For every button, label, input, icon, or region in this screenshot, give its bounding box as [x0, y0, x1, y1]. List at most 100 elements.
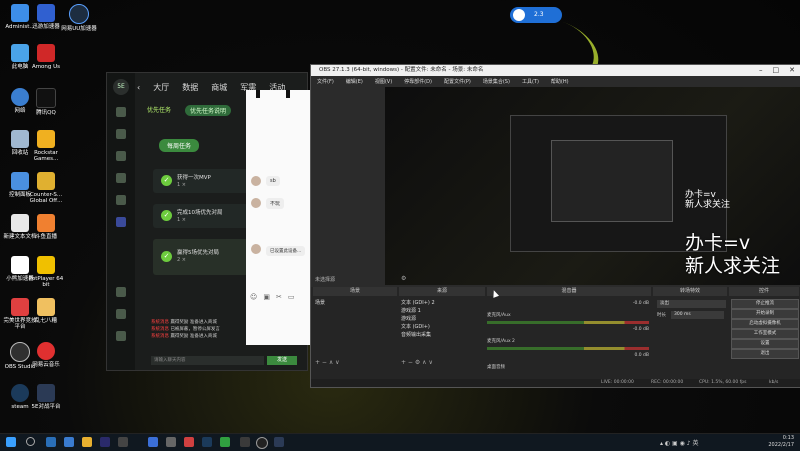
nav-data[interactable]: 数据 — [182, 82, 198, 93]
mixer-channel[interactable]: 桌面音频 0.0 dB — [487, 353, 649, 370]
audio-meter — [487, 321, 649, 324]
desktop-icon-netease-music[interactable]: 网易云音乐 — [27, 342, 65, 368]
window-controls: – □ ✕ — [759, 65, 795, 76]
folder-icon[interactable]: ▭ — [288, 293, 295, 301]
file-explorer-icon[interactable] — [82, 437, 92, 447]
5e-taskbar-icon[interactable] — [274, 437, 284, 447]
scene-list[interactable]: 场景 — [315, 299, 325, 307]
chat-text: 赢得奖励 准备进入商城 — [170, 334, 217, 339]
active-mode-icon[interactable] — [116, 217, 126, 227]
mixer-channel-name: 麦克风/Aux 2 — [487, 339, 515, 344]
scene-add-remove-icons[interactable]: + − ∧ ∨ — [315, 359, 340, 366]
send-button[interactable]: 发送 — [267, 356, 297, 365]
desktop-icon-douyu[interactable]: 斗鱼直播 — [27, 214, 65, 240]
duration-label: 时长 — [657, 313, 666, 318]
close-icon[interactable]: ✕ — [789, 65, 795, 76]
settings-button[interactable]: 设置 — [731, 339, 799, 349]
obs-window[interactable]: OBS 27.1.3 (64-bit, windows) - 配置文件: 未命名… — [310, 64, 800, 388]
swords-icon[interactable] — [116, 151, 126, 161]
menu-view[interactable]: 视图(V) — [375, 78, 392, 85]
stop-streaming-button[interactable]: 停止推流 — [731, 299, 799, 309]
duration-input[interactable]: 300 ms — [671, 311, 724, 319]
nav-shop[interactable]: 商城 — [211, 82, 227, 93]
clock-time: 0:13 — [782, 435, 794, 441]
start-recording-button[interactable]: 开始录制 — [731, 309, 799, 319]
xunyou-taskbar-icon[interactable] — [148, 437, 158, 447]
users-icon[interactable] — [116, 309, 126, 319]
obs-taskbar-icon[interactable] — [256, 437, 268, 449]
windows-start-icon[interactable] — [6, 437, 16, 447]
app-icon[interactable] — [184, 437, 194, 447]
app-icon[interactable] — [166, 437, 176, 447]
menu-tools[interactable]: 工具(T) — [522, 78, 539, 85]
mixer-db: -0.0 dB — [632, 301, 649, 306]
csgo-taskbar-icon[interactable] — [240, 437, 250, 447]
chat-line: 系统消息 赢得奖励 准备进入商城 — [151, 333, 220, 340]
source-item[interactable]: 游戏源 — [401, 315, 435, 323]
studio-mode-button[interactable]: 工作室模式 — [731, 329, 799, 339]
message-icon[interactable] — [116, 331, 126, 341]
trophy-icon[interactable] — [116, 173, 126, 183]
desktop-icon-among-us[interactable]: Among Us — [27, 44, 65, 70]
emoji-icon[interactable]: ☺ — [250, 293, 257, 301]
virtual-camera-button[interactable]: 启动虚拟摄像机 — [731, 319, 799, 329]
widget-value: 2.3 — [534, 11, 544, 18]
transition-select[interactable]: 淡出 — [657, 300, 726, 308]
network-speed-widget[interactable]: 2.3 — [510, 7, 562, 23]
source-list[interactable]: 文本 (GDI+) 2 游戏源 1 游戏源 文本 (GDI+) 音频输出采集 — [401, 299, 435, 339]
mixer-channel[interactable]: 麦克风/Aux -0.0 dB — [487, 301, 649, 324]
scene-item[interactable]: 场景 — [315, 299, 325, 307]
desktop-icon-qq[interactable]: 腾讯QQ — [27, 88, 65, 116]
minimize-icon[interactable]: – — [759, 65, 763, 76]
home-icon[interactable] — [116, 107, 126, 117]
chat-input[interactable]: 请输入聊天内容 — [151, 356, 264, 365]
source-item[interactable]: 游戏源 1 — [401, 307, 435, 315]
chat-panel[interactable]: sb 不玩 已设置此设备... ☺ ▣ ✂ ▭ — [246, 90, 312, 345]
tab-priority-info[interactable]: 优先任务说明 — [185, 105, 232, 116]
properties-icon[interactable]: ⚙ — [401, 275, 406, 282]
premiere-icon[interactable] — [100, 437, 110, 447]
wifi-icon[interactable] — [116, 195, 126, 205]
exit-button[interactable]: 退出 — [731, 349, 799, 359]
desktop-icon-label: 迅游加速器 — [32, 24, 60, 30]
tab-priority-tasks[interactable]: 优先任务 — [147, 105, 171, 116]
source-item[interactable]: 文本 (GDI+) 2 — [401, 299, 435, 307]
menu-profile[interactable]: 配置文件(P) — [444, 78, 471, 85]
source-item[interactable]: 文本 (GDI+) — [401, 323, 435, 331]
edge-icon[interactable] — [46, 437, 56, 447]
back-arrow-icon[interactable]: ‹ — [137, 83, 140, 92]
xunyou-accelerator-icon — [37, 4, 55, 22]
nav-lobby[interactable]: 大厅 — [153, 82, 169, 93]
image-icon[interactable]: ▣ — [263, 293, 270, 301]
tray-icons[interactable]: ▴ ◐ ▣ ◉ ♪ 英 — [660, 438, 699, 447]
menu-scene-collection[interactable]: 场景集合(S) — [483, 78, 510, 85]
maximize-icon[interactable]: □ — [773, 65, 780, 76]
weekly-tasks-button[interactable]: 每周任务 — [159, 139, 200, 152]
obs-preview[interactable]: 办卡=v 新人求关注 办卡=v 新人求关注 — [385, 87, 800, 285]
taskview-icon[interactable] — [64, 437, 74, 447]
desktop-icon-rockstar[interactable]: Rockstar Games... — [27, 130, 65, 162]
chat-line: 系统消息 已被屏蔽，暂停公屏发言 — [151, 326, 220, 333]
obs-statusbar: LIVE: 00:00:00 REC: 00:00:00 CPU: 1.5%, … — [311, 379, 800, 387]
app-icon[interactable] — [118, 437, 128, 447]
clock[interactable]: 0:13 2022/2/17 — [768, 435, 794, 449]
search-icon[interactable] — [26, 437, 35, 446]
menu-file[interactable]: 文件(F) — [317, 78, 334, 85]
scissors-icon[interactable]: ✂ — [276, 293, 282, 301]
source-item[interactable]: 音频输出采集 — [401, 331, 435, 339]
steam-taskbar-icon[interactable] — [202, 437, 212, 447]
desktop-icon-csgo[interactable]: Counter-S... Global Off... — [27, 172, 65, 204]
desktop-icon-uu[interactable]: 网易UU加速器 — [60, 4, 98, 32]
search-icon[interactable] — [116, 287, 126, 297]
menu-edit[interactable]: 编辑(E) — [346, 78, 363, 85]
source-add-remove-icons[interactable]: + − ⚙ ∧ ∨ — [401, 359, 433, 366]
no-source-label: 未选择源 — [315, 277, 336, 283]
desktop-icon-5e[interactable]: 5E对战平台 — [27, 384, 65, 410]
menu-docks[interactable]: 停靠部件(D) — [404, 78, 432, 85]
desktop-icon-potplayer[interactable]: PotPlayer 64 bit — [27, 256, 65, 288]
mixer-channel[interactable]: 麦克风/Aux 2 -0.0 dB — [487, 327, 649, 350]
gift-icon[interactable] — [116, 129, 126, 139]
menu-help[interactable]: 帮助(H) — [551, 78, 569, 85]
app-icon[interactable] — [220, 437, 230, 447]
desktop-icon-folder[interactable]: 乱七八糟 — [27, 298, 65, 324]
